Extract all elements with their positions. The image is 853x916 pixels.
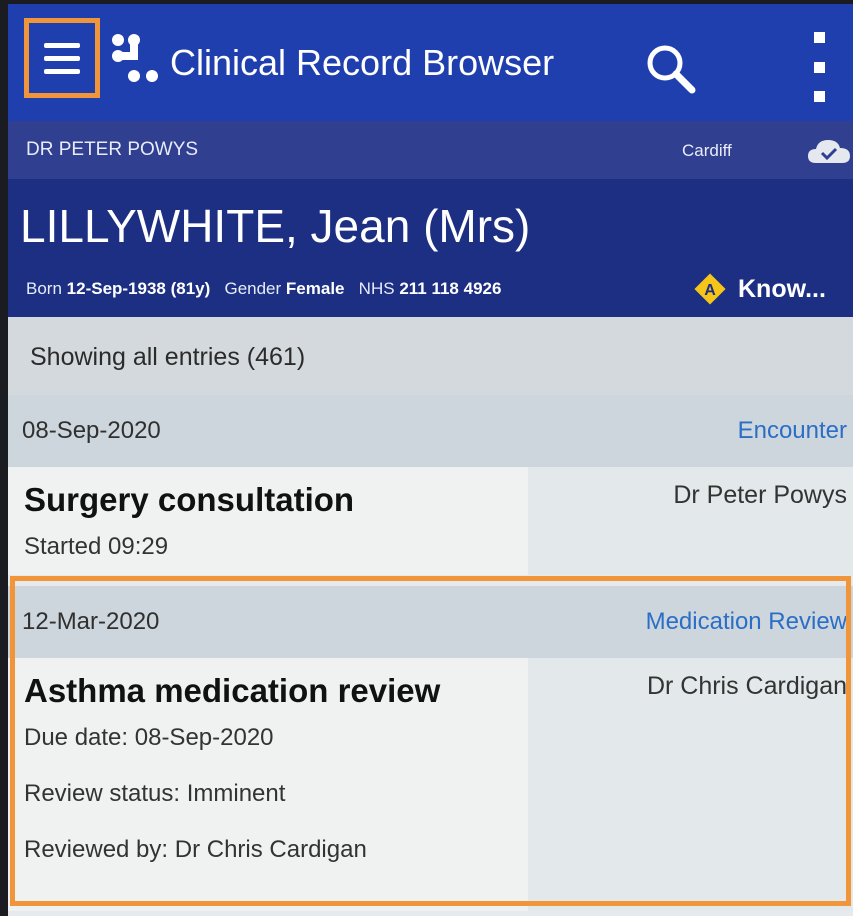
entry-body: Asthma medication review Dr Chris Cardig… bbox=[8, 658, 853, 911]
entry-header: 12-Mar-2020 Medication Review bbox=[8, 586, 853, 658]
entry-detail-line: Started 09:29 bbox=[24, 533, 169, 560]
alert-diamond-icon[interactable]: A bbox=[692, 271, 728, 307]
alert-text[interactable]: Know... bbox=[738, 275, 826, 304]
cloud-check-icon[interactable] bbox=[806, 137, 853, 165]
entry-body: Surgery consultation Dr Peter Powys Star… bbox=[8, 467, 853, 575]
patient-demographics: Born 12-Sep-1938 (81y) Gender Female NHS… bbox=[26, 279, 501, 299]
gender-label: Gender bbox=[224, 279, 282, 298]
entry-detail-line: Review status: Imminent bbox=[24, 780, 286, 807]
record-entry[interactable]: 12-Mar-2020 Medication Review Asthma med… bbox=[8, 586, 853, 911]
app-screen: Clinical Record Browser DR PETER POWYS C… bbox=[8, 4, 853, 916]
entry-type-link[interactable]: Medication Review bbox=[646, 608, 847, 636]
entry-type-link[interactable]: Encounter bbox=[738, 417, 847, 445]
entry-detail-line: Due date: 08-Sep-2020 bbox=[24, 724, 274, 751]
patient-name: LILLYWHITE, Jean (Mrs) bbox=[20, 200, 531, 252]
entry-detail-line: Reviewed by: Dr Chris Cardigan bbox=[24, 836, 367, 863]
practitioner-name: DR PETER POWYS bbox=[26, 139, 199, 160]
born-value: 12-Sep-1938 (81y) bbox=[66, 279, 211, 298]
nhs-number: 211 118 4926 bbox=[399, 279, 502, 298]
born-label: Born bbox=[26, 279, 62, 298]
hamburger-menu-icon[interactable] bbox=[24, 18, 100, 98]
practice-location: Cardiff bbox=[682, 141, 732, 160]
record-entry[interactable]: 08-Sep-2020 Encounter Surgery consultati… bbox=[8, 395, 853, 575]
practitioner-bar: DR PETER POWYS Cardiff bbox=[8, 121, 853, 179]
filter-status-text: Showing all entries (461) bbox=[30, 343, 306, 371]
entry-header: 08-Sep-2020 Encounter bbox=[8, 395, 853, 467]
app-bar: Clinical Record Browser bbox=[8, 4, 853, 121]
filter-bar[interactable]: Showing all entries (461) bbox=[8, 317, 853, 395]
alert-badge-letter: A bbox=[704, 282, 716, 299]
entry-clinician: Dr Chris Cardigan bbox=[646, 672, 847, 700]
app-title: Clinical Record Browser bbox=[170, 42, 555, 83]
app-logo-icon bbox=[112, 34, 158, 82]
search-icon[interactable] bbox=[644, 42, 696, 94]
entry-date: 08-Sep-2020 bbox=[22, 417, 161, 444]
entry-clinician: Dr Peter Powys bbox=[673, 481, 847, 509]
entry-title: Surgery consultation bbox=[24, 481, 355, 518]
gender-value: Female bbox=[285, 279, 345, 298]
more-vert-icon[interactable] bbox=[810, 32, 828, 102]
patient-banner: LILLYWHITE, Jean (Mrs) Born 12-Sep-1938 … bbox=[8, 179, 853, 317]
entry-title: Asthma medication review bbox=[24, 672, 441, 709]
entry-date: 12-Mar-2020 bbox=[22, 608, 160, 635]
nhs-label: NHS bbox=[358, 279, 395, 298]
